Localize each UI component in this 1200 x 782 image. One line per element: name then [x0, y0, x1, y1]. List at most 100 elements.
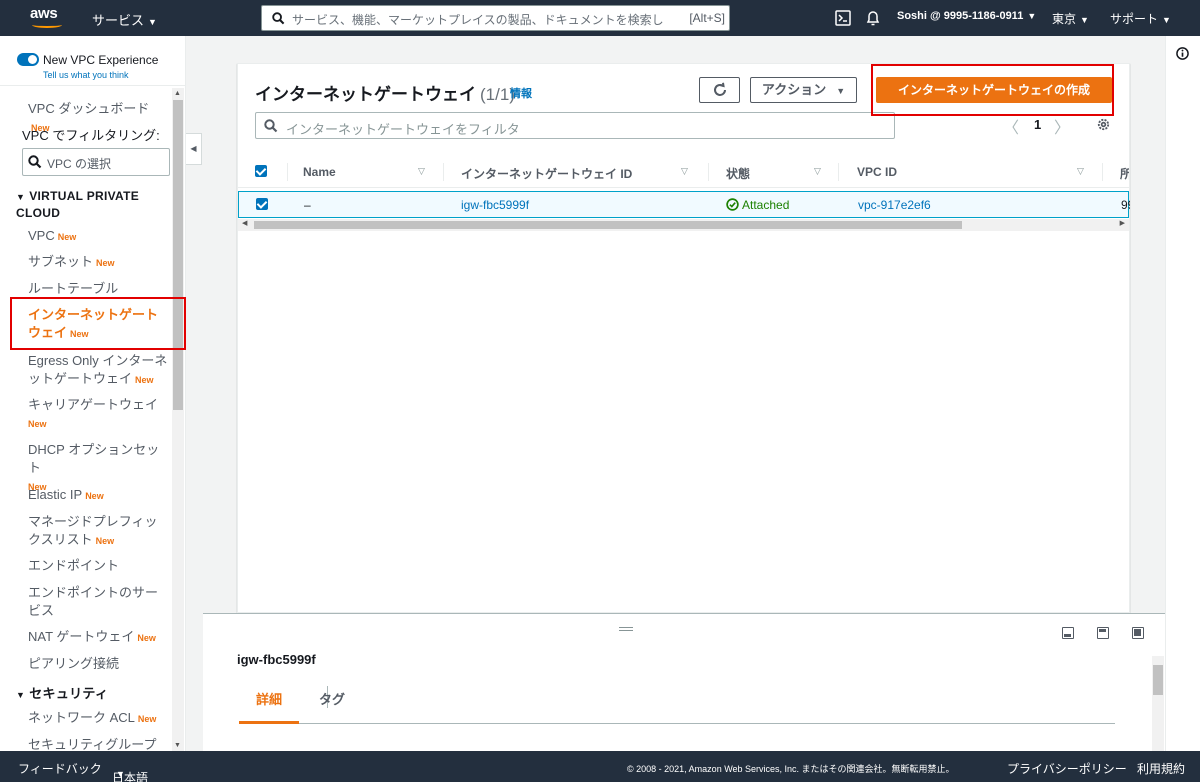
caret-down-icon: ▼ [1080, 15, 1089, 25]
panel-maximize-icon[interactable] [1132, 627, 1144, 639]
sort-triangle-icon[interactable]: ▽ [681, 166, 688, 177]
terms-link[interactable]: 利用規約 [1137, 760, 1185, 777]
cell-name: – [304, 198, 311, 212]
tab-tags[interactable]: タグ [319, 689, 345, 708]
sidebar-divider [0, 85, 185, 86]
refresh-button[interactable] [699, 77, 740, 103]
feedback-link[interactable]: フィードバック [18, 760, 102, 777]
info-circle-icon[interactable] [1176, 47, 1189, 60]
aws-smile-icon [32, 22, 62, 28]
info-link[interactable]: 情報 [510, 85, 532, 101]
column-header-state[interactable]: 状態 [726, 165, 750, 182]
sidebar-item-label: VPC [28, 228, 55, 243]
scrollbar-thumb[interactable] [1153, 665, 1163, 695]
sidebar-item-endpoints[interactable]: エンドポイント [28, 557, 170, 575]
column-divider [838, 163, 839, 181]
new-badge: New [135, 375, 154, 385]
account-label: Soshi @ 9995-1186-0911 [897, 10, 1024, 22]
sort-triangle-icon[interactable]: ▽ [1077, 166, 1084, 177]
new-badge: New [85, 491, 104, 501]
scrollbar-thumb[interactable] [254, 221, 962, 229]
global-search-input[interactable]: サービス、機能、マーケットプレイスの製品、ドキュメントを検索し [Alt+S] [261, 5, 730, 31]
collapse-sidebar-button[interactable]: ◀ [186, 133, 202, 165]
table-horizontal-scrollbar[interactable]: ◀ ▶ [238, 219, 1129, 231]
services-label: サービス [92, 13, 145, 28]
caret-down-icon: ▼ [16, 192, 26, 202]
search-icon [272, 12, 285, 25]
sidebar-item-vpc[interactable]: VPC New [28, 227, 170, 246]
page-number[interactable]: 1 [1034, 117, 1041, 132]
panel-position-bottom-icon[interactable] [1062, 627, 1074, 639]
support-label: サポート [1110, 12, 1159, 26]
actions-dropdown-button[interactable]: アクション ▼ [750, 77, 857, 103]
region-label: 東京 [1052, 12, 1077, 26]
column-divider [708, 163, 709, 181]
resize-grip-handle[interactable] [619, 627, 633, 631]
search-icon [28, 155, 42, 169]
row-select-checkbox[interactable] [256, 198, 268, 210]
section-security[interactable]: ▼ セキュリティ [16, 686, 108, 703]
sidebar-item-network-acls[interactable]: ネットワーク ACL New [28, 709, 170, 728]
actions-label: アクション [761, 82, 827, 97]
privacy-policy-link[interactable]: プライバシーポリシー [1007, 760, 1127, 777]
column-header-igw-id[interactable]: インターネットゲートウェイ ID [461, 165, 632, 182]
column-header-vpc-id[interactable]: VPC ID [857, 165, 897, 179]
aws-logo[interactable]: aws [30, 5, 66, 31]
section-label: VIRTUAL PRIVATE CLOUD [16, 189, 140, 220]
table-row[interactable]: – igw-fbc5999f Attached vpc-917e2ef6 99 [238, 191, 1130, 218]
sidebar-item-carrier-gateways[interactable]: キャリアゲートウェイ New [28, 396, 170, 433]
sidebar-item-label: サブネット [28, 254, 94, 269]
sidebar-item-peering-connections[interactable]: ピアリング接続 [28, 655, 170, 673]
refresh-icon [713, 82, 726, 96]
panel-position-side-icon[interactable] [1097, 627, 1109, 639]
settings-gear-icon[interactable] [1096, 117, 1111, 132]
scroll-down-arrow-icon[interactable]: ▼ [174, 742, 181, 749]
sidebar-item-route-tables[interactable]: ルートテーブル [28, 280, 170, 298]
support-menu-button[interactable]: サポート ▼ [1110, 10, 1171, 27]
detail-split-panel: igw-fbc5999f 詳細 タグ [203, 613, 1165, 751]
vpc-filter-heading: VPC でフィルタリング: [22, 128, 160, 143]
section-virtual-private-cloud[interactable]: ▼ VIRTUAL PRIVATE CLOUD [16, 188, 166, 221]
detail-scrollbar[interactable] [1152, 656, 1164, 751]
column-header-owner[interactable]: 所 [1120, 165, 1129, 182]
sidebar-item-endpoint-services[interactable]: エンドポイントのサービス [28, 584, 170, 620]
cell-vpc-id-link[interactable]: vpc-917e2ef6 [858, 198, 931, 212]
new-vpc-experience-toggle[interactable] [17, 53, 39, 66]
region-menu-button[interactable]: 東京 ▼ [1052, 10, 1089, 27]
sidebar-item-subnets[interactable]: サブネット New [28, 253, 170, 272]
sort-triangle-icon[interactable]: ▽ [418, 166, 425, 177]
next-page-chevron-icon[interactable]: 〉 [1054, 114, 1070, 138]
page-title: インターネットゲートウェイ (1/1) [255, 80, 515, 105]
sidebar-item-label: Elastic IP [28, 487, 83, 502]
cloudshell-icon[interactable] [834, 9, 852, 27]
column-header-name[interactable]: Name [303, 165, 336, 179]
scroll-right-arrow-icon[interactable]: ▶ [1120, 219, 1125, 227]
column-divider [287, 163, 288, 181]
success-check-circle-icon [726, 198, 739, 211]
detail-tabs: 詳細 タグ [239, 684, 1115, 724]
sidebar-item-label: キャリアゲートウェイ [28, 397, 159, 412]
vpc-filter-select[interactable]: VPC の選択 [22, 148, 170, 176]
scroll-left-arrow-icon[interactable]: ◀ [242, 219, 247, 227]
scrollbar-thumb[interactable] [173, 100, 183, 410]
prev-page-chevron-icon[interactable]: 〈 [1003, 114, 1019, 138]
sidebar-item-managed-prefix-lists[interactable]: マネージドプレフィックスリスト New [28, 513, 170, 550]
section-label: セキュリティ [29, 686, 109, 701]
select-all-checkbox[interactable] [255, 165, 267, 177]
sidebar-item-security-groups[interactable]: セキュリティグループ [28, 736, 170, 751]
sidebar-item-label: ピアリング接続 [28, 656, 120, 671]
caret-down-icon: ▼ [116, 769, 125, 779]
gateway-filter-input[interactable]: インターネットゲートウェイをフィルタ [255, 112, 895, 139]
tab-details[interactable]: 詳細 [256, 689, 282, 708]
scroll-up-arrow-icon[interactable]: ▲ [174, 90, 181, 97]
feedback-link[interactable]: Tell us what you think [43, 70, 129, 80]
account-menu-button[interactable]: Soshi @ 9995-1186-0911 ▼ [897, 10, 1036, 22]
services-menu-button[interactable]: サービス ▼ [92, 10, 157, 29]
sidebar-scrollbar[interactable]: ▲ ▼ [172, 88, 184, 751]
sidebar-item-elastic-ip[interactable]: Elastic IP New [28, 486, 170, 505]
sidebar-item-egress-only-igw[interactable]: Egress Only インターネットゲートウェイ New [28, 352, 170, 389]
notifications-bell-icon[interactable] [864, 9, 882, 27]
cell-igw-id-link[interactable]: igw-fbc5999f [461, 198, 529, 212]
sort-triangle-icon[interactable]: ▽ [814, 166, 821, 177]
sidebar-item-nat-gateways[interactable]: NAT ゲートウェイ New [28, 628, 170, 647]
